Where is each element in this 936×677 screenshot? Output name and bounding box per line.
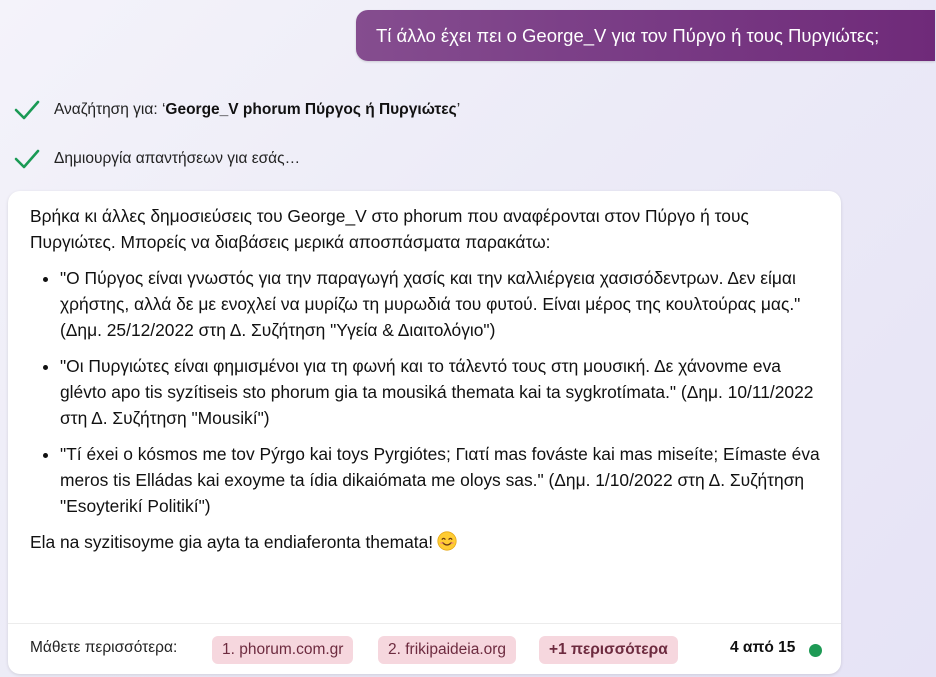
answer-body: Βρήκα κι άλλες δημοσιεύσεις του George_V…: [30, 203, 830, 555]
answer-card: Βρήκα κι άλλες δημοσιεύσεις του George_V…: [8, 191, 841, 674]
check-icon: [14, 149, 40, 169]
search-status-prefix: Αναζήτηση για: ‘: [54, 101, 166, 118]
learn-more-footer: Μάθετε περισσότερα: 1. phorum.com.gr 2. …: [8, 623, 841, 674]
answer-closing: Ela na syzitisoyme gia ayta ta endiafero…: [30, 529, 830, 555]
answer-intro: Βρήκα κι άλλες δημοσιεύσεις του George_V…: [30, 206, 749, 252]
source-link-frikipaideia[interactable]: 2. frikipaideia.org: [378, 636, 517, 664]
turn-counter: 4 από 15: [730, 639, 796, 656]
quote-item: "Ο Πύργος είναι γνωστός για την παραγωγή…: [60, 265, 830, 343]
quote-item: "Οι Πυργιώτες είναι φημισμένοι για τη φω…: [60, 353, 830, 431]
learn-more-label: Μάθετε περισσότερα:: [30, 639, 178, 656]
answer-closing-text: Ela na syzitisoyme gia ayta ta endiafero…: [30, 532, 434, 552]
quote-list: "Ο Πύργος είναι γνωστός για την παραγωγή…: [30, 265, 830, 519]
search-status: Αναζήτηση για: ‘George_V phorum Πύργος ή…: [14, 96, 460, 124]
generating-status-text: Δημιουργία απαντήσεων για εσάς…: [54, 150, 301, 167]
check-icon: [14, 100, 40, 120]
user-message-bubble: Τί άλλο έχει πει ο George_V για τον Πύργ…: [356, 10, 935, 61]
status-dot-icon: [809, 644, 822, 657]
search-query: George_V phorum Πύργος ή Πυργιώτες: [165, 101, 457, 118]
quote-item: "Tí éxei o kósmos me tov Pýrgo kai toys …: [60, 441, 830, 519]
more-sources-button[interactable]: +1 περισσότερα: [539, 636, 678, 664]
source-link-phorum[interactable]: 1. phorum.com.gr: [212, 636, 354, 664]
search-status-suffix: ’: [456, 101, 461, 118]
smiling-face-icon: [437, 531, 457, 551]
generating-status: Δημιουργία απαντήσεων για εσάς…: [14, 145, 300, 173]
